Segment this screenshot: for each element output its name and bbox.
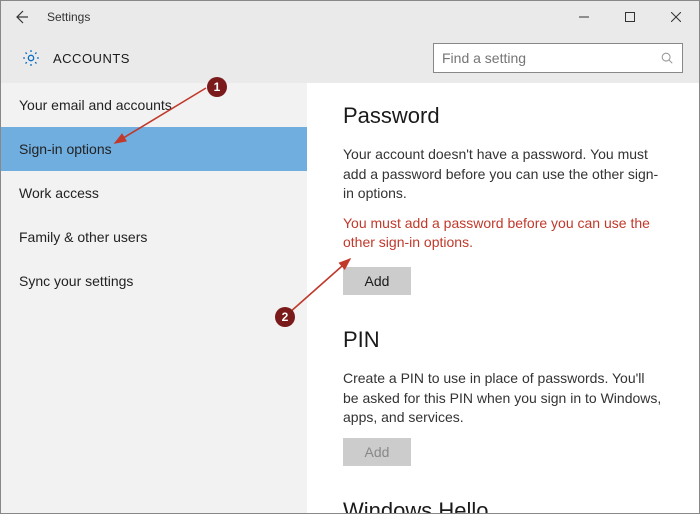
sidebar-item-label: Family & other users xyxy=(19,229,147,245)
sidebar-item-family-users[interactable]: Family & other users xyxy=(1,215,307,259)
sidebar-item-label: Work access xyxy=(19,185,99,201)
sidebar-item-label: Your email and accounts xyxy=(19,97,172,113)
sidebar-item-label: Sign-in options xyxy=(19,141,112,157)
window-controls xyxy=(561,1,699,33)
window-title: Settings xyxy=(47,10,90,24)
content: Password Your account doesn't have a pas… xyxy=(307,83,699,513)
main: Your email and accounts Sign-in options … xyxy=(1,83,699,513)
back-button[interactable] xyxy=(9,5,33,29)
password-warning: You must add a password before you can u… xyxy=(343,214,663,253)
header: ACCOUNTS xyxy=(1,33,699,83)
pin-description: Create a PIN to use in place of password… xyxy=(343,369,663,428)
page-title: ACCOUNTS xyxy=(53,51,130,66)
maximize-button[interactable] xyxy=(607,1,653,33)
sidebar: Your email and accounts Sign-in options … xyxy=(1,83,307,513)
hello-heading: Windows Hello xyxy=(343,498,663,513)
titlebar: Settings xyxy=(1,1,699,33)
password-description: Your account doesn't have a password. Yo… xyxy=(343,145,663,204)
gear-icon xyxy=(21,48,41,68)
sidebar-item-label: Sync your settings xyxy=(19,273,133,289)
search-input[interactable] xyxy=(442,50,660,66)
password-heading: Password xyxy=(343,103,663,129)
close-button[interactable] xyxy=(653,1,699,33)
search-box[interactable] xyxy=(433,43,683,73)
add-pin-button: Add xyxy=(343,438,411,466)
search-icon xyxy=(660,51,674,65)
sidebar-item-email-accounts[interactable]: Your email and accounts xyxy=(1,83,307,127)
sidebar-item-sign-in-options[interactable]: Sign-in options xyxy=(1,127,307,171)
add-password-button[interactable]: Add xyxy=(343,267,411,295)
pin-heading: PIN xyxy=(343,327,663,353)
sidebar-item-sync-settings[interactable]: Sync your settings xyxy=(1,259,307,303)
sidebar-item-work-access[interactable]: Work access xyxy=(1,171,307,215)
minimize-button[interactable] xyxy=(561,1,607,33)
